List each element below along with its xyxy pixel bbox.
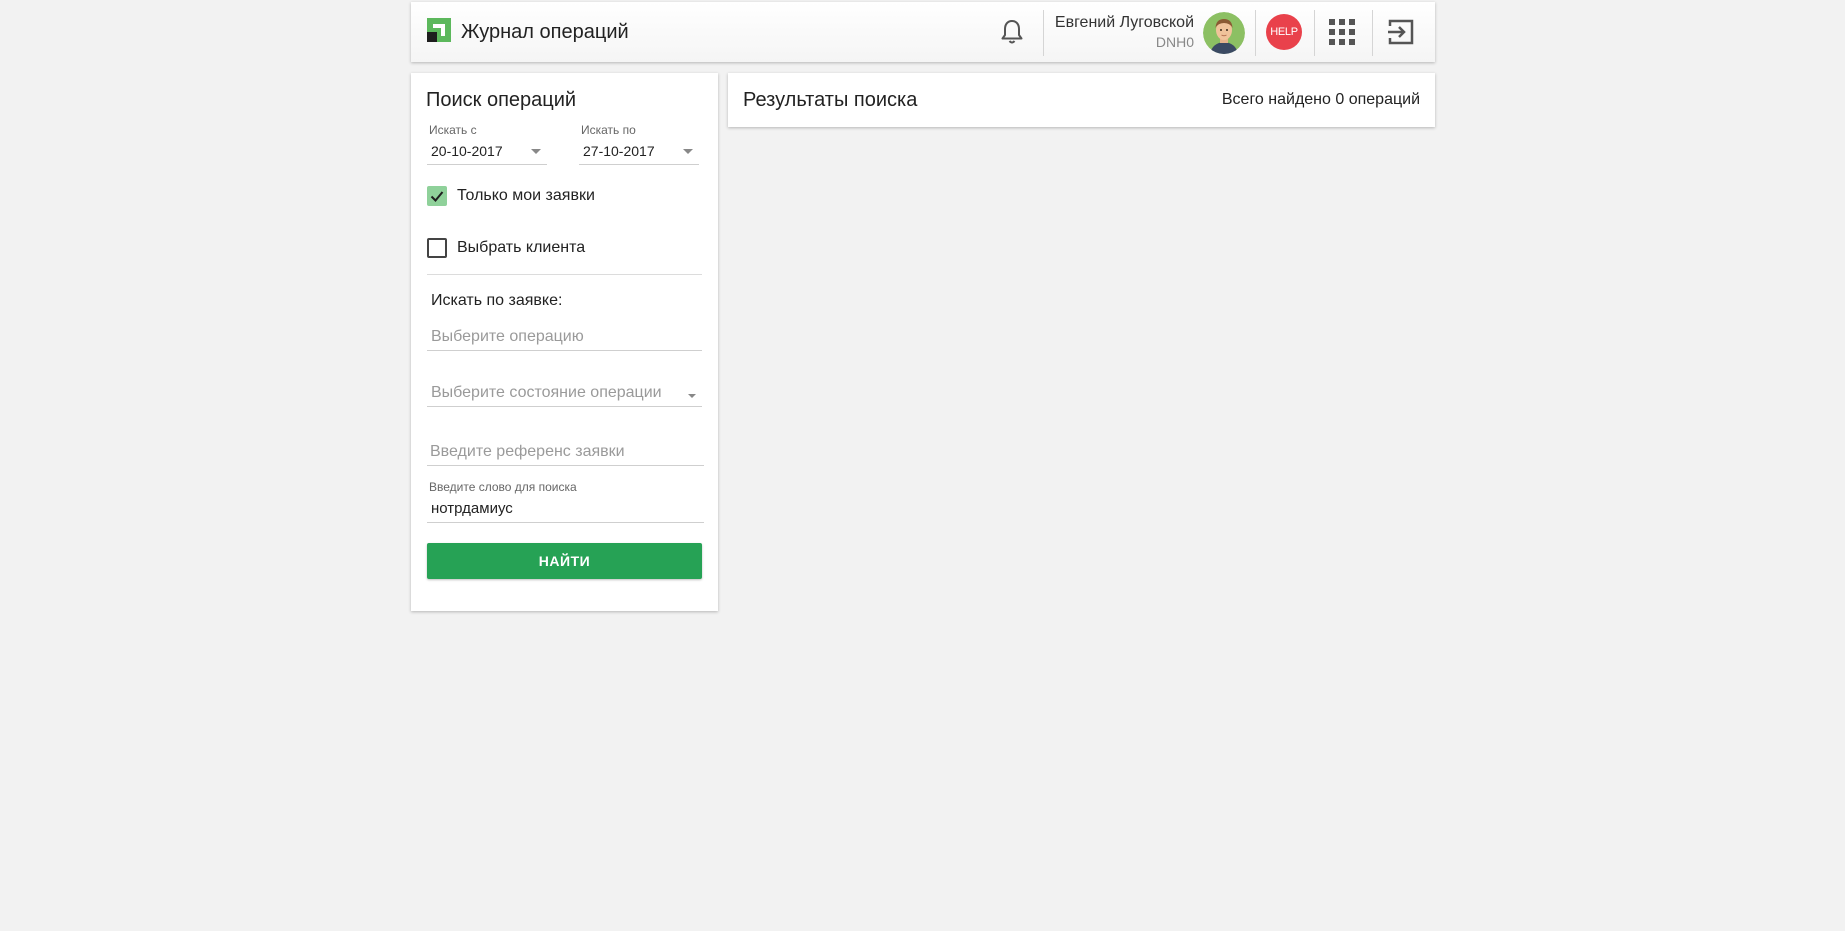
reference-placeholder: Введите референс заявки: [430, 443, 625, 460]
operation-state-placeholder: Выберите состояние операции: [431, 384, 662, 401]
header-separator: [1043, 10, 1044, 56]
search-panel: Поиск операций Искать с 20-10-2017 Искат…: [411, 73, 718, 611]
date-from-value: 20-10-2017: [431, 143, 503, 159]
choose-client-label: Выбрать клиента: [457, 239, 586, 256]
check-icon: [430, 191, 444, 202]
user-code: DNH0: [1155, 34, 1194, 50]
avatar[interactable]: [1203, 12, 1245, 54]
chevron-down-icon: [688, 394, 696, 398]
top-header: Журнал операций Евгений Луговской DNH0 H…: [411, 2, 1435, 62]
find-button[interactable]: НАЙТИ: [427, 543, 702, 579]
date-to-label: Искать по: [581, 123, 636, 137]
search-panel-title: Поиск операций: [426, 89, 577, 111]
only-mine-label: Только мои заявки: [457, 187, 595, 204]
privatbank-logo-icon[interactable]: [427, 18, 451, 42]
checkbox-unchecked[interactable]: [427, 238, 447, 258]
operation-placeholder: Выберите операцию: [431, 328, 584, 345]
chevron-down-icon: [683, 149, 693, 154]
choose-client-checkbox[interactable]: Выбрать клиента: [427, 237, 585, 259]
user-name[interactable]: Евгений Луговской: [1055, 14, 1194, 32]
checkbox-checked[interactable]: [427, 186, 447, 206]
section-divider: [427, 274, 702, 275]
logout-icon[interactable]: [1386, 17, 1416, 47]
help-button[interactable]: HELP: [1266, 14, 1302, 50]
header-separator: [1372, 10, 1373, 56]
date-from-label: Искать с: [429, 123, 477, 137]
apps-grid-icon[interactable]: [1329, 19, 1355, 45]
date-to-field[interactable]: 27-10-2017: [579, 139, 699, 165]
keyword-value: нотрдамиус: [431, 500, 513, 517]
operation-field[interactable]: Выберите операцию: [427, 325, 702, 351]
results-title: Результаты поиска: [743, 89, 918, 111]
header-separator: [1314, 10, 1315, 56]
header-separator: [1255, 10, 1256, 56]
search-by-request-label: Искать по заявке:: [431, 292, 563, 309]
date-from-field[interactable]: 20-10-2017: [427, 139, 547, 165]
bell-icon[interactable]: [997, 17, 1027, 47]
date-to-value: 27-10-2017: [583, 143, 655, 159]
results-panel: Результаты поиска Всего найдено 0 операц…: [728, 73, 1435, 127]
keyword-label: Введите слово для поиска: [429, 480, 577, 494]
results-count: Всего найдено 0 операций: [1221, 91, 1420, 108]
reference-input[interactable]: Введите референс заявки: [427, 440, 704, 466]
keyword-input[interactable]: нотрдамиус: [427, 497, 704, 523]
only-mine-checkbox[interactable]: Только мои заявки: [427, 185, 595, 207]
chevron-down-icon: [531, 149, 541, 154]
app-title: Журнал операций: [461, 21, 629, 43]
operation-state-select[interactable]: Выберите состояние операции: [427, 381, 702, 407]
